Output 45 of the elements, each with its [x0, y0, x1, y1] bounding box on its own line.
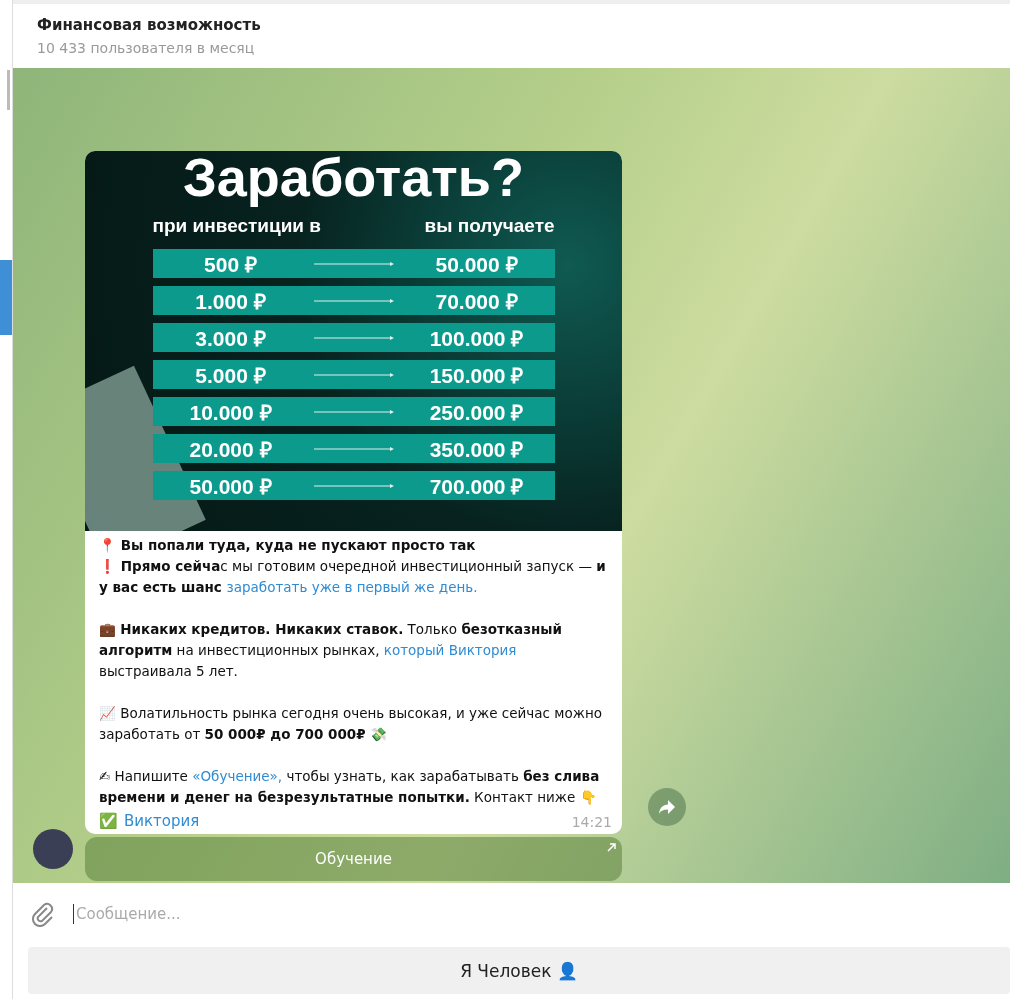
arrow-icon: [313, 408, 394, 415]
arrow-icon: [313, 371, 394, 378]
promo-cell-text: 50.000 ₽: [434, 251, 519, 278]
promo-cell-text: 100.000 ₽: [428, 325, 525, 352]
share-button[interactable]: [648, 788, 686, 826]
promo-cell-text: 350.000 ₽: [428, 436, 525, 463]
message-paragraph: 📈 Волатильность рынка сегодня очень высокая, и уже сейчас можно заработать от 50 000₽ до 700 000₽ 💸: [99, 704, 603, 744]
arrow-icon: [313, 482, 394, 489]
promo-cell-text: 5.000 ₽: [194, 362, 267, 389]
message-link[interactable]: который Виктория: [383, 642, 517, 658]
message-paragraph: 💼 Никаких кредитов. Никаких ставок. Только безотказный алгоритм на инвестиционных рынках, который Виктория выстраивала 5 лет.: [99, 620, 563, 681]
promo-cell-text: 1.000 ₽: [194, 288, 267, 315]
signature-link[interactable]: Виктория: [124, 812, 200, 830]
promo-column-heading: при инвестиции в: [152, 215, 321, 237]
diagonal-arrow-icon: [607, 843, 616, 852]
message-paragraph: 📍 Вы попали туда, куда не пускают просто так: [99, 536, 477, 555]
message-link[interactable]: заработать уже в первый же день.: [226, 579, 478, 595]
promo-cell-text: 500 ₽: [203, 251, 258, 278]
promo-cell-text: 70.000 ₽: [434, 288, 519, 315]
chat-subtitle: 10 433 пользователя в месяц: [37, 40, 256, 56]
promo-cell-text: 700.000 ₽: [428, 473, 525, 500]
scrollbar[interactable]: [7, 70, 10, 110]
promo-column-heading: вы получаете: [424, 215, 555, 237]
promo-cell-text: 250.000 ₽: [428, 399, 525, 426]
message-time: 14:21: [571, 814, 612, 830]
message-link[interactable]: «Обучение»,: [192, 768, 283, 784]
chat-title: Финансовая возможность: [37, 16, 262, 34]
promo-cell-text: 150.000 ₽: [428, 362, 525, 389]
arrow-icon: [313, 334, 394, 341]
promo-cell-text: 50.000 ₽: [188, 473, 273, 500]
inline-button[interactable]: Обучение: [85, 837, 622, 881]
check-mark-icon: ✅: [99, 812, 118, 830]
arrow-icon: [313, 297, 394, 304]
promo-cell-text: 20.000 ₽: [188, 436, 273, 463]
avatar[interactable]: [33, 829, 73, 869]
message-paragraph: ❗ Прямо сейчас мы готовим очередной инвестиционный запуск — и у вас есть шанс заработать уже в первый же день.: [99, 557, 607, 597]
paperclip-icon[interactable]: [31, 901, 55, 927]
arrow-icon: [313, 260, 394, 267]
promo-title: Заработать?: [183, 151, 524, 209]
share-icon: [658, 799, 676, 815]
keyboard-button[interactable]: Я Человек 👤: [28, 947, 1010, 994]
promo-cell-text: 3.000 ₽: [194, 325, 267, 352]
message-paragraph: ✍ Напишите «Обучение», чтобы узнать, как зарабатывать без слива времени и денег на безрезультатные попытки. Контакт ниже 👇: [99, 767, 601, 807]
arrow-icon: [313, 445, 394, 452]
promo-cell-text: 10.000 ₽: [188, 399, 273, 426]
